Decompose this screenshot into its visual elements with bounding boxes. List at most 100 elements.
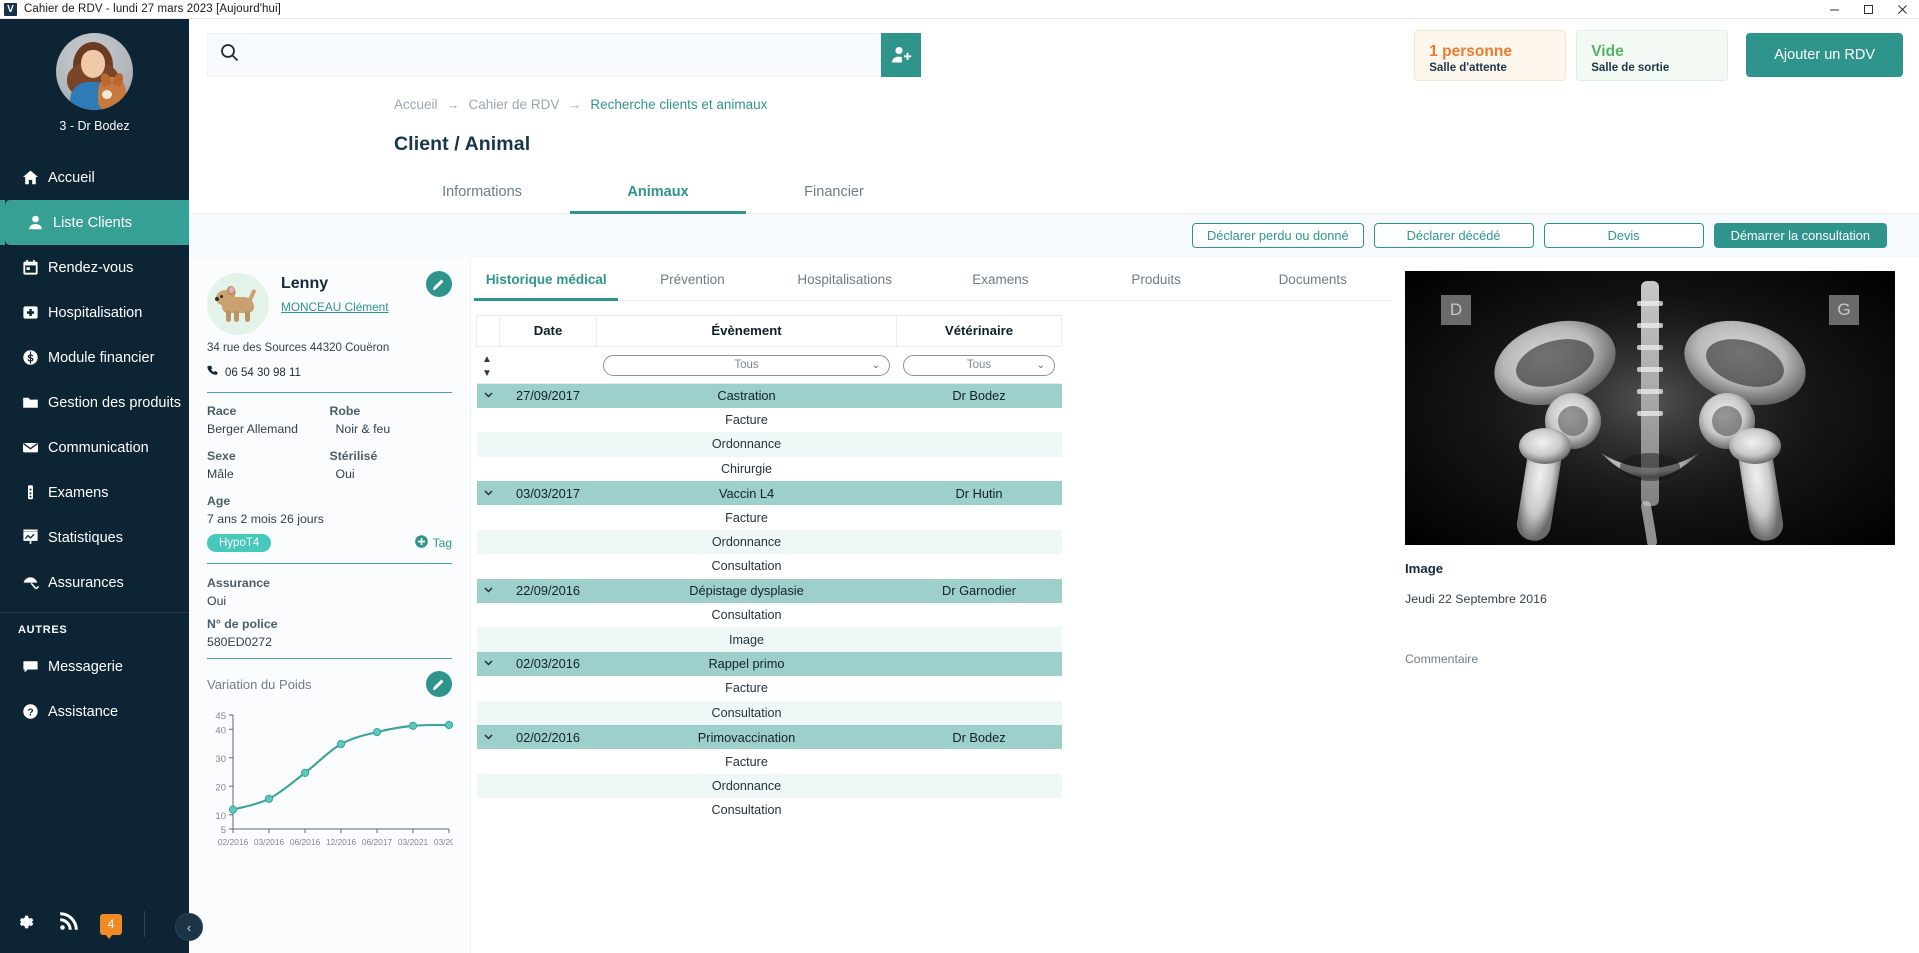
- expand-toggle[interactable]: [477, 384, 500, 408]
- table-row[interactable]: Consultation: [477, 603, 1062, 627]
- cell-event: Facture: [725, 413, 768, 428]
- sidebar-item-messagerie[interactable]: Messagerie: [0, 644, 189, 689]
- tab-hospitalisations[interactable]: Hospitalisations: [766, 257, 923, 300]
- tab-examens[interactable]: Examens: [923, 257, 1078, 300]
- data-point[interactable]: [264, 794, 274, 803]
- gear-icon[interactable]: [14, 911, 36, 938]
- table-row[interactable]: Chirurgie: [477, 457, 1062, 481]
- tab-documents[interactable]: Documents: [1234, 257, 1391, 300]
- pet-owner-link[interactable]: MONCEAU Clément: [281, 300, 389, 314]
- waiting-room-card[interactable]: 1 personne Salle d'attente: [1414, 29, 1567, 81]
- umbrella-icon: [22, 574, 48, 591]
- data-point[interactable]: [408, 721, 418, 730]
- row-spacer: [477, 627, 500, 651]
- data-point[interactable]: [336, 739, 346, 749]
- table-row[interactable]: Consultation: [477, 798, 1062, 822]
- animal-detail-body: Lenny MONCEAU Clément 34 rue des Sources…: [189, 257, 1919, 953]
- data-point[interactable]: [300, 768, 310, 777]
- search-box[interactable]: [207, 33, 881, 77]
- data-point[interactable]: [228, 805, 238, 814]
- status-badge[interactable]: HypoT4: [207, 534, 272, 552]
- declare-lost-button[interactable]: Déclarer perdu ou donné: [1192, 223, 1364, 248]
- sidebar-item-accueil[interactable]: Accueil: [0, 155, 189, 200]
- chevron-down-icon[interactable]: [483, 730, 494, 745]
- expand-toggle[interactable]: [477, 725, 500, 749]
- chevron-down-icon[interactable]: [483, 486, 494, 501]
- sidebar-item-liste-clients[interactable]: Liste Clients: [0, 200, 189, 245]
- th-event[interactable]: Évènement: [596, 315, 897, 347]
- th-date[interactable]: Date: [499, 315, 597, 347]
- table-row[interactable]: Ordonnance: [476, 773, 1062, 799]
- declare-deceased-button[interactable]: Déclarer décédé: [1373, 223, 1534, 248]
- th-vet[interactable]: Vétérinaire: [896, 315, 1062, 347]
- sort-icon[interactable]: ▲ ▼: [482, 354, 492, 379]
- sidebar-item-gestion-des-produits[interactable]: Gestion des produits: [0, 380, 189, 425]
- xray-image[interactable]: D G: [1405, 271, 1895, 545]
- table-row[interactable]: Facture: [477, 676, 1062, 700]
- notification-badge[interactable]: 4: [100, 913, 122, 939]
- close-icon[interactable]: [1885, 0, 1919, 19]
- sort-cell[interactable]: ▲ ▼: [476, 346, 597, 384]
- start-consultation-button[interactable]: Démarrer la consultation: [1713, 223, 1887, 248]
- chevron-down-icon[interactable]: [483, 656, 494, 671]
- vet-filter-select[interactable]: Tous ⌄: [903, 354, 1055, 376]
- cell-vet: [897, 457, 1062, 481]
- sidebar-item-assistance[interactable]: ? Assistance: [0, 689, 189, 734]
- event-filter-select[interactable]: Tous ⌄: [603, 354, 890, 376]
- breadcrumb-item-cahier-de-rdv[interactable]: Cahier de RDV: [469, 97, 560, 112]
- tab-historique-medical[interactable]: Historique médical: [474, 257, 619, 301]
- breadcrumb-item-recherche[interactable]: Recherche clients et animaux: [590, 97, 767, 112]
- vet-filter-cell[interactable]: Tous ⌄: [896, 346, 1062, 384]
- maximize-icon[interactable]: [1851, 0, 1885, 19]
- table-row[interactable]: Facture: [477, 749, 1062, 773]
- tab-informations[interactable]: Informations: [394, 170, 570, 213]
- table-row[interactable]: Ordonnance: [476, 529, 1062, 555]
- table-row[interactable]: Facture: [477, 505, 1062, 529]
- chevron-down-icon[interactable]: [483, 583, 494, 598]
- minimize-icon[interactable]: [1817, 0, 1851, 19]
- tab-produits[interactable]: Produits: [1078, 257, 1235, 300]
- quote-button[interactable]: Devis: [1543, 223, 1704, 248]
- user-profile[interactable]: 3 - Dr Bodez: [0, 19, 189, 143]
- table-row[interactable]: Facture: [477, 408, 1062, 432]
- sidebar-item-statistiques[interactable]: Statistiques: [0, 515, 189, 560]
- add-tag-button[interactable]: Tag: [414, 535, 452, 551]
- data-point[interactable]: [444, 720, 453, 730]
- add-person-icon[interactable]: [881, 33, 921, 77]
- table-row[interactable]: 22/09/2016 Dépistage dysplasie Dr Garnodie…: [476, 578, 1062, 604]
- search-input[interactable]: [239, 47, 880, 63]
- tab-animaux[interactable]: Animaux: [570, 170, 746, 214]
- pencil-icon[interactable]: [426, 271, 452, 297]
- app-logo-icon: V: [4, 2, 17, 16]
- cell-event: Facture: [725, 681, 768, 696]
- data-point[interactable]: [372, 728, 382, 737]
- sidebar-item-hospitalisation[interactable]: Hospitalisation: [0, 290, 189, 335]
- table-row[interactable]: 03/03/2017 Vaccin L4 Dr Hutin: [476, 481, 1062, 506]
- table-row[interactable]: 02/03/2016 Rappel primo: [476, 651, 1062, 677]
- table-row[interactable]: 02/02/2016 Primovaccination Dr Bodez: [476, 724, 1062, 750]
- event-filter-cell[interactable]: Tous ⌄: [596, 346, 897, 384]
- table-row[interactable]: Ordonnance: [476, 432, 1062, 457]
- table-row[interactable]: 27/09/2017 Castration Dr Bodez: [476, 383, 1062, 408]
- sidebar-item-examens[interactable]: Examens: [0, 470, 189, 515]
- chevron-left-icon[interactable]: ‹: [175, 913, 203, 941]
- expand-toggle[interactable]: [477, 579, 500, 603]
- breadcrumb-item-accueil[interactable]: Accueil: [394, 97, 438, 112]
- sidebar-item-assurances[interactable]: Assurances: [0, 560, 189, 605]
- table-row[interactable]: Image: [476, 627, 1062, 652]
- chevron-down-icon[interactable]: [483, 388, 494, 403]
- sidebar-item-communication[interactable]: Communication: [0, 425, 189, 470]
- expand-toggle[interactable]: [477, 481, 500, 505]
- pencil-icon[interactable]: [426, 671, 452, 697]
- rss-icon[interactable]: [58, 911, 78, 937]
- field-value-race: Berger Allemand: [207, 422, 298, 436]
- exit-room-card[interactable]: Vide Salle de sortie: [1576, 29, 1729, 81]
- expand-toggle[interactable]: [477, 652, 500, 676]
- add-rdv-button[interactable]: Ajouter un RDV: [1746, 33, 1903, 77]
- table-row[interactable]: Consultation: [476, 700, 1062, 725]
- tab-prevention[interactable]: Prévention: [618, 257, 766, 300]
- sidebar-item-rendez-vous[interactable]: Rendez-vous: [0, 245, 189, 290]
- table-row[interactable]: Consultation: [477, 554, 1062, 578]
- sidebar-item-module-financier[interactable]: S Module financier: [0, 335, 189, 380]
- tab-financier[interactable]: Financier: [746, 170, 922, 213]
